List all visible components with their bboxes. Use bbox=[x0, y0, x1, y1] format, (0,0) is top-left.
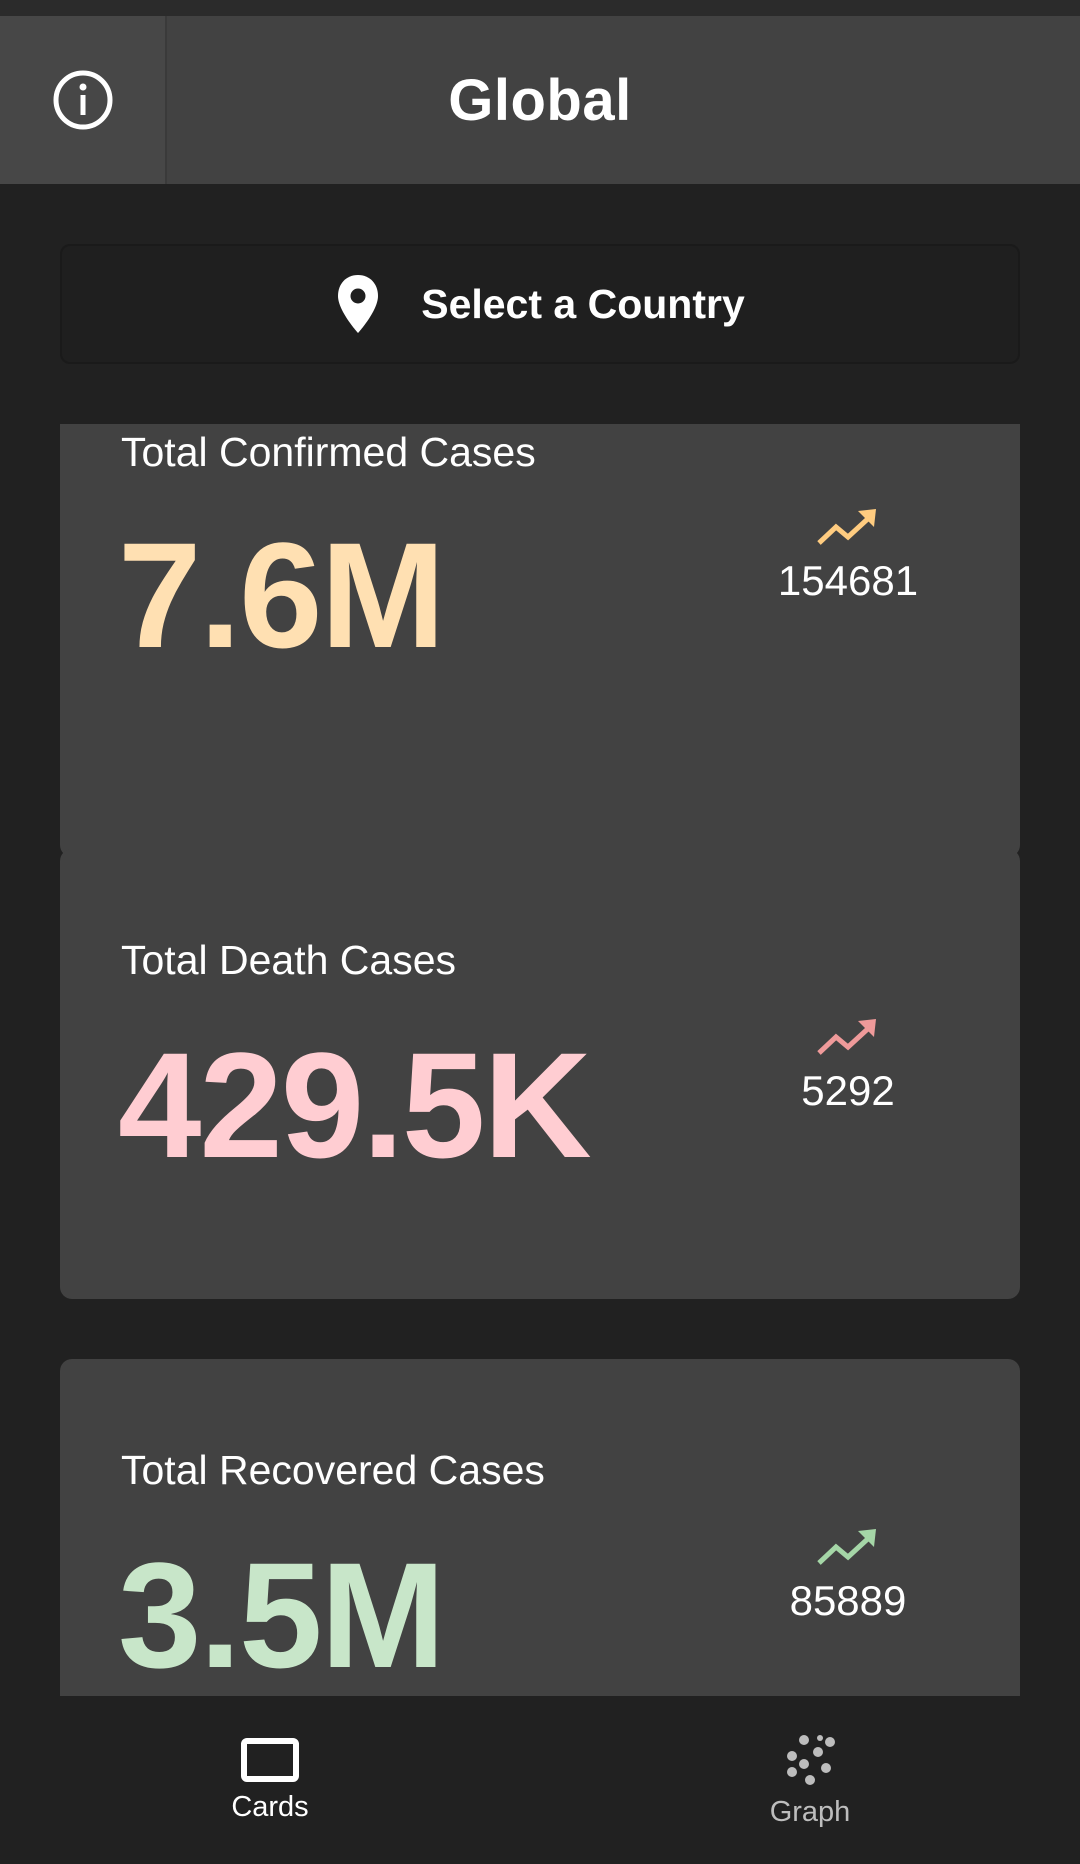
card-value: 7.6M bbox=[118, 511, 445, 679]
select-country-button[interactable]: Select a Country bbox=[60, 244, 1020, 364]
trend-indicator: 5292 bbox=[738, 1017, 958, 1115]
info-icon bbox=[53, 70, 112, 130]
cards-icon bbox=[241, 1737, 299, 1782]
info-button[interactable] bbox=[0, 16, 167, 184]
confirmed-cases-card[interactable]: Total Confirmed Cases 7.6M 154681 bbox=[60, 424, 1020, 857]
card-title: Total Recovered Cases bbox=[121, 1447, 545, 1493]
trending-up-icon bbox=[817, 1529, 876, 1565]
trending-up-icon bbox=[817, 509, 876, 545]
nav-label-cards: Cards bbox=[231, 1790, 309, 1823]
card-delta: 85889 bbox=[789, 1577, 907, 1624]
page-title: Global bbox=[448, 67, 632, 133]
card-delta: 154681 bbox=[777, 557, 919, 604]
nav-label-graph: Graph bbox=[769, 1795, 851, 1828]
card-title: Total Death Cases bbox=[121, 937, 457, 983]
select-country-label: Select a Country bbox=[421, 280, 745, 327]
card-value: 3.5M bbox=[118, 1531, 445, 1696]
bottom-navigation: Cards Graph bbox=[0, 1696, 1080, 1864]
trend-indicator: 85889 bbox=[738, 1527, 958, 1625]
location-pin-icon bbox=[338, 275, 379, 333]
nav-tab-cards[interactable]: Cards bbox=[0, 1696, 540, 1864]
recovered-cases-card[interactable]: Total Recovered Cases 3.5M 85889 bbox=[60, 1359, 1020, 1696]
status-bar-strip bbox=[0, 0, 1080, 16]
app-bar: Global bbox=[0, 16, 1080, 184]
card-value: 429.5K bbox=[118, 1021, 592, 1189]
card-title: Total Confirmed Cases bbox=[121, 429, 536, 475]
trend-indicator: 154681 bbox=[738, 507, 958, 605]
nav-tab-graph[interactable]: Graph bbox=[540, 1696, 1080, 1864]
cards-list[interactable]: Total Confirmed Cases 7.6M 154681 Total … bbox=[0, 424, 1080, 1696]
graph-icon bbox=[787, 1734, 835, 1785]
death-cases-card[interactable]: Total Death Cases 429.5K 5292 bbox=[60, 849, 1020, 1299]
card-delta: 5292 bbox=[801, 1067, 895, 1114]
trending-up-icon bbox=[817, 1019, 876, 1055]
